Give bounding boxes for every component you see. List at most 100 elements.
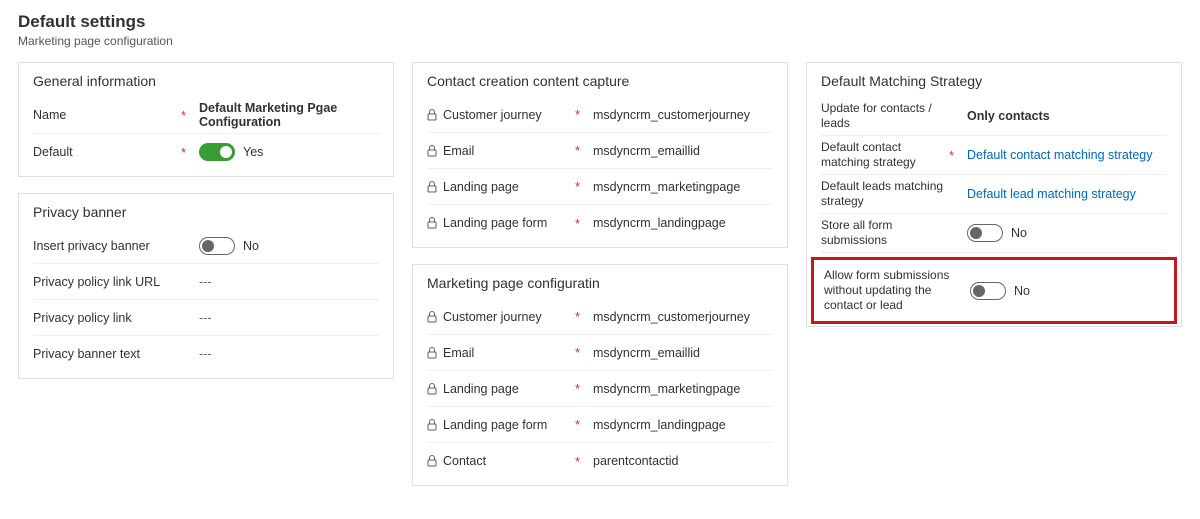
allow-form-row: Allow form submissions without updating … bbox=[824, 264, 1164, 317]
default-lead-strategy-row: Default leads matching strategy Default … bbox=[821, 175, 1167, 214]
allow-form-label: Allow form submissions without updating … bbox=[824, 268, 952, 313]
name-value[interactable]: Default Marketing Pgae Configuration bbox=[199, 101, 379, 129]
contact-capture-card: Contact creation content capture Custome… bbox=[412, 62, 788, 248]
store-all-label: Store all form submissions bbox=[821, 218, 949, 248]
field-value[interactable]: msdyncrm_landingpage bbox=[593, 418, 773, 432]
field-value[interactable]: msdyncrm_customerjourney bbox=[593, 310, 773, 324]
default-matching-card: Default Matching Strategy Update for con… bbox=[806, 62, 1182, 327]
default-row: Default * Yes bbox=[33, 134, 379, 170]
default-lead-strategy-link[interactable]: Default lead matching strategy bbox=[967, 187, 1167, 201]
store-all-toggle[interactable] bbox=[967, 224, 1003, 242]
lock-icon bbox=[427, 347, 437, 359]
insert-privacy-toggle[interactable] bbox=[199, 237, 235, 255]
locked-field-row: Email*msdyncrm_emaillid bbox=[427, 335, 773, 371]
lock-icon bbox=[427, 109, 437, 121]
default-matching-title: Default Matching Strategy bbox=[821, 73, 1167, 89]
page-subtitle: Marketing page configuration bbox=[18, 34, 1182, 48]
default-toggle[interactable] bbox=[199, 143, 235, 161]
field-value[interactable]: msdyncrm_emaillid bbox=[593, 144, 773, 158]
default-contact-strategy-label: Default contact matching strategy bbox=[821, 140, 949, 170]
marketing-page-config-title: Marketing page configuratin bbox=[427, 275, 773, 291]
field-value[interactable]: msdyncrm_landingpage bbox=[593, 216, 773, 230]
required-indicator: * bbox=[575, 179, 593, 194]
default-lead-strategy-label: Default leads matching strategy bbox=[821, 179, 949, 209]
page-title: Default settings bbox=[18, 12, 1182, 32]
insert-privacy-label: Insert privacy banner bbox=[33, 239, 181, 253]
required-indicator: * bbox=[575, 107, 593, 122]
lock-icon bbox=[427, 311, 437, 323]
insert-privacy-toggle-text: No bbox=[243, 239, 259, 253]
privacy-text-row: Privacy banner text --- bbox=[33, 336, 379, 372]
required-indicator: * bbox=[181, 108, 199, 123]
lock-icon bbox=[427, 419, 437, 431]
allow-form-toggle-text: No bbox=[1014, 284, 1030, 298]
field-label: Contact bbox=[427, 454, 575, 468]
lock-icon bbox=[427, 455, 437, 467]
privacy-url-value[interactable]: --- bbox=[199, 275, 379, 289]
required-indicator: * bbox=[575, 309, 593, 324]
required-indicator: * bbox=[575, 381, 593, 396]
default-label: Default bbox=[33, 145, 181, 159]
field-label: Landing page form bbox=[427, 418, 575, 432]
field-label: Customer journey bbox=[427, 108, 575, 122]
general-information-title: General information bbox=[33, 73, 379, 89]
store-all-toggle-text: No bbox=[1011, 226, 1027, 240]
field-label: Email bbox=[427, 346, 575, 360]
update-for-row: Update for contacts / leads Only contact… bbox=[821, 97, 1167, 136]
field-label: Landing page bbox=[427, 180, 575, 194]
update-for-label: Update for contacts / leads bbox=[821, 101, 949, 131]
name-row: Name * Default Marketing Pgae Configurat… bbox=[33, 97, 379, 134]
required-indicator: * bbox=[575, 454, 593, 469]
allow-form-toggle[interactable] bbox=[970, 282, 1006, 300]
field-label: Landing page bbox=[427, 382, 575, 396]
privacy-banner-title: Privacy banner bbox=[33, 204, 379, 220]
field-label: Customer journey bbox=[427, 310, 575, 324]
locked-field-row: Landing page form*msdyncrm_landingpage bbox=[427, 407, 773, 443]
field-label: Email bbox=[427, 144, 575, 158]
required-indicator: * bbox=[575, 216, 593, 231]
privacy-url-label: Privacy policy link URL bbox=[33, 275, 181, 289]
default-toggle-text: Yes bbox=[243, 145, 263, 159]
privacy-link-value[interactable]: --- bbox=[199, 311, 379, 325]
field-value[interactable]: msdyncrm_marketingpage bbox=[593, 382, 773, 396]
contact-capture-title: Contact creation content capture bbox=[427, 73, 773, 89]
name-label: Name bbox=[33, 108, 181, 122]
locked-field-row: Customer journey*msdyncrm_customerjourne… bbox=[427, 299, 773, 335]
default-contact-strategy-link[interactable]: Default contact matching strategy bbox=[967, 148, 1167, 162]
privacy-text-label: Privacy banner text bbox=[33, 347, 181, 361]
field-value[interactable]: msdyncrm_marketingpage bbox=[593, 180, 773, 194]
locked-field-row: Landing page*msdyncrm_marketingpage bbox=[427, 169, 773, 205]
privacy-text-value[interactable]: --- bbox=[199, 347, 379, 361]
general-information-card: General information Name * Default Marke… bbox=[18, 62, 394, 177]
mpconfig-rows: Customer journey*msdyncrm_customerjourne… bbox=[427, 299, 773, 479]
lock-icon bbox=[427, 383, 437, 395]
insert-privacy-row: Insert privacy banner No bbox=[33, 228, 379, 264]
field-label: Landing page form bbox=[427, 216, 575, 230]
locked-field-row: Contact*parentcontactid bbox=[427, 443, 773, 479]
required-indicator: * bbox=[949, 148, 967, 163]
default-contact-strategy-row: Default contact matching strategy * Defa… bbox=[821, 136, 1167, 175]
privacy-link-row: Privacy policy link --- bbox=[33, 300, 379, 336]
store-all-row: Store all form submissions No bbox=[821, 214, 1167, 253]
locked-field-row: Email*msdyncrm_emaillid bbox=[427, 133, 773, 169]
field-value[interactable]: parentcontactid bbox=[593, 454, 773, 468]
capture-rows: Customer journey*msdyncrm_customerjourne… bbox=[427, 97, 773, 241]
required-indicator: * bbox=[181, 145, 199, 160]
privacy-banner-card: Privacy banner Insert privacy banner No … bbox=[18, 193, 394, 379]
field-value[interactable]: msdyncrm_customerjourney bbox=[593, 108, 773, 122]
locked-field-row: Landing page*msdyncrm_marketingpage bbox=[427, 371, 773, 407]
locked-field-row: Landing page form*msdyncrm_landingpage bbox=[427, 205, 773, 241]
required-indicator: * bbox=[575, 143, 593, 158]
lock-icon bbox=[427, 145, 437, 157]
privacy-link-label: Privacy policy link bbox=[33, 311, 181, 325]
marketing-page-config-card: Marketing page configuratin Customer jou… bbox=[412, 264, 788, 486]
lock-icon bbox=[427, 217, 437, 229]
required-indicator: * bbox=[575, 345, 593, 360]
privacy-url-row: Privacy policy link URL --- bbox=[33, 264, 379, 300]
update-for-value[interactable]: Only contacts bbox=[967, 109, 1167, 123]
allow-form-highlight: Allow form submissions without updating … bbox=[811, 257, 1177, 324]
locked-field-row: Customer journey*msdyncrm_customerjourne… bbox=[427, 97, 773, 133]
field-value[interactable]: msdyncrm_emaillid bbox=[593, 346, 773, 360]
required-indicator: * bbox=[575, 417, 593, 432]
lock-icon bbox=[427, 181, 437, 193]
